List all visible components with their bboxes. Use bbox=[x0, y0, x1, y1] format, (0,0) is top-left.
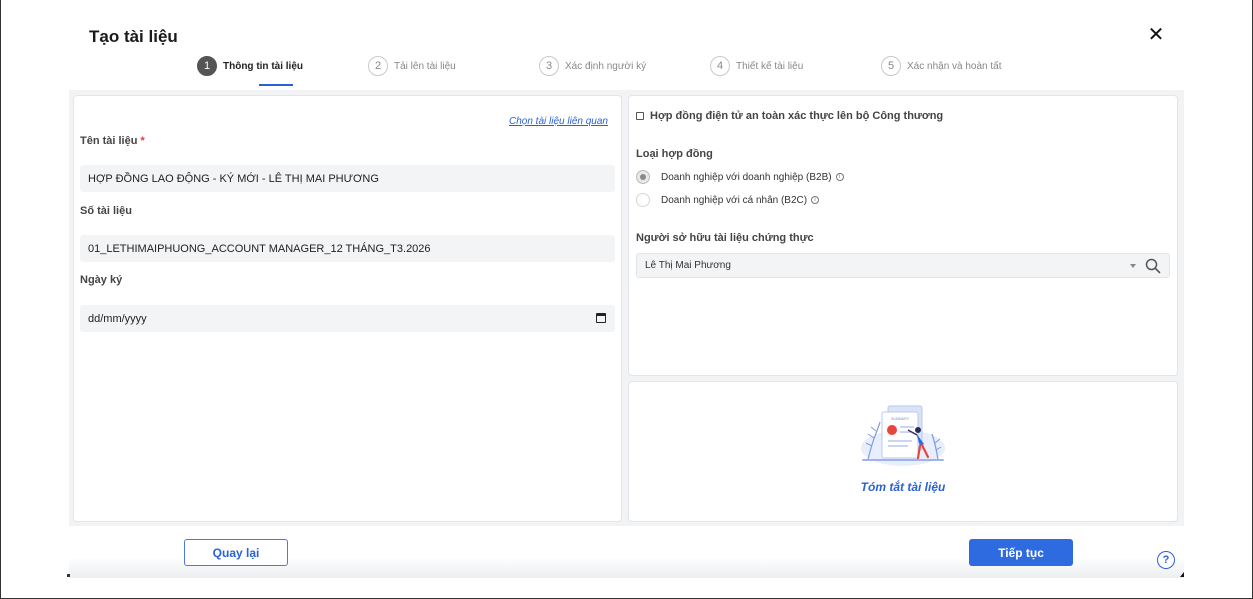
step-label: Thiết kế tài liệu bbox=[736, 60, 804, 72]
resize-corner-right[interactable] bbox=[1180, 572, 1184, 577]
step-number: 1 bbox=[197, 56, 217, 76]
step-label: Xác định người ký bbox=[565, 60, 647, 72]
radio-button[interactable] bbox=[636, 193, 650, 207]
calendar-icon[interactable] bbox=[596, 313, 606, 323]
radio-button[interactable] bbox=[636, 170, 650, 184]
sign-date-label: Ngày ký bbox=[80, 274, 123, 286]
step-number: 4 bbox=[710, 56, 730, 76]
step-1[interactable]: 1 Thông tin tài liệu bbox=[197, 55, 303, 77]
step-4[interactable]: 4 Thiết kế tài liệu bbox=[710, 55, 803, 77]
step-number: 3 bbox=[539, 56, 559, 76]
summary-label[interactable]: Tóm tắt tài liệu bbox=[628, 480, 1178, 494]
related-document-link[interactable]: Chọn tài liệu liên quan bbox=[509, 116, 608, 127]
checkbox-box[interactable] bbox=[636, 112, 644, 120]
resize-corner-left bbox=[67, 574, 70, 577]
info-icon[interactable]: i bbox=[835, 173, 844, 181]
step-3[interactable]: 3 Xác định người ký bbox=[539, 55, 646, 77]
continue-button[interactable]: Tiếp tục bbox=[969, 539, 1073, 566]
illustration-text: SUMMARY bbox=[891, 417, 909, 421]
radio-b2b[interactable]: Doanh nghiệp với doanh nghiệp (B2B) i bbox=[636, 170, 844, 184]
back-button[interactable]: Quay lại bbox=[184, 539, 288, 566]
doc-name-label-text: Tên tài liệu bbox=[80, 135, 138, 147]
moit-contract-checkbox[interactable]: Hợp đồng điện tử an toàn xác thực lên bộ… bbox=[636, 110, 943, 122]
required-mark: * bbox=[140, 135, 145, 147]
stepper: 1 Thông tin tài liệu 2 Tải lên tài liệu … bbox=[0, 55, 1253, 87]
radio-label: Doanh nghiệp với doanh nghiệp (B2B) bbox=[661, 171, 832, 183]
step-2[interactable]: 2 Tải lên tài liệu bbox=[368, 55, 456, 77]
checkbox-label: Hợp đồng điện tử an toàn xác thực lên bộ… bbox=[650, 110, 944, 122]
radio-b2c[interactable]: Doanh nghiệp với cá nhân (B2C) i bbox=[636, 193, 820, 207]
search-icon[interactable] bbox=[1145, 258, 1161, 274]
step-label: Xác nhận và hoàn tất bbox=[907, 60, 1002, 72]
owner-value: Lê Thị Mai Phương bbox=[645, 260, 731, 271]
help-icon[interactable]: ? bbox=[1157, 551, 1175, 569]
info-icon[interactable]: i bbox=[811, 196, 820, 204]
doc-name-value: HỢP ĐỒNG LAO ĐỘNG - KÝ MỚI - LÊ THỊ MAI … bbox=[88, 172, 379, 185]
step-number: 2 bbox=[368, 56, 388, 76]
owner-select[interactable]: Lê Thị Mai Phương bbox=[636, 253, 1170, 278]
sign-date-input[interactable]: dd/mm/yyyy bbox=[80, 305, 615, 332]
doc-number-input[interactable]: 01_LETHIMAIPHUONG_ACCOUNT MANAGER_12 THÁ… bbox=[80, 235, 615, 262]
close-icon[interactable]: ✕ bbox=[1147, 25, 1165, 45]
owner-label: Người sở hữu tài liệu chứng thực bbox=[636, 232, 814, 244]
step-label: Tải lên tài liệu bbox=[394, 60, 456, 72]
active-step-indicator bbox=[259, 84, 293, 86]
doc-number-value: 01_LETHIMAIPHUONG_ACCOUNT MANAGER_12 THÁ… bbox=[88, 242, 431, 255]
step-number: 5 bbox=[881, 56, 901, 76]
step-5[interactable]: 5 Xác nhận và hoàn tất bbox=[881, 55, 1002, 77]
modal-title: Tạo tài liệu bbox=[89, 27, 178, 46]
chevron-down-icon[interactable] bbox=[1130, 264, 1136, 268]
radio-label: Doanh nghiệp với cá nhân (B2C) bbox=[661, 194, 808, 206]
doc-name-input[interactable]: HỢP ĐỒNG LAO ĐỘNG - KÝ MỚI - LÊ THỊ MAI … bbox=[80, 165, 615, 192]
contract-type-label: Loại hợp đồng bbox=[636, 148, 713, 160]
summary-illustration-icon: SUMMARY bbox=[861, 405, 945, 466]
step-label: Thông tin tài liệu bbox=[223, 60, 303, 72]
doc-name-label: Tên tài liệu * bbox=[80, 135, 145, 147]
sign-date-placeholder: dd/mm/yyyy bbox=[88, 312, 147, 325]
doc-number-label: Số tài liệu bbox=[80, 205, 132, 217]
